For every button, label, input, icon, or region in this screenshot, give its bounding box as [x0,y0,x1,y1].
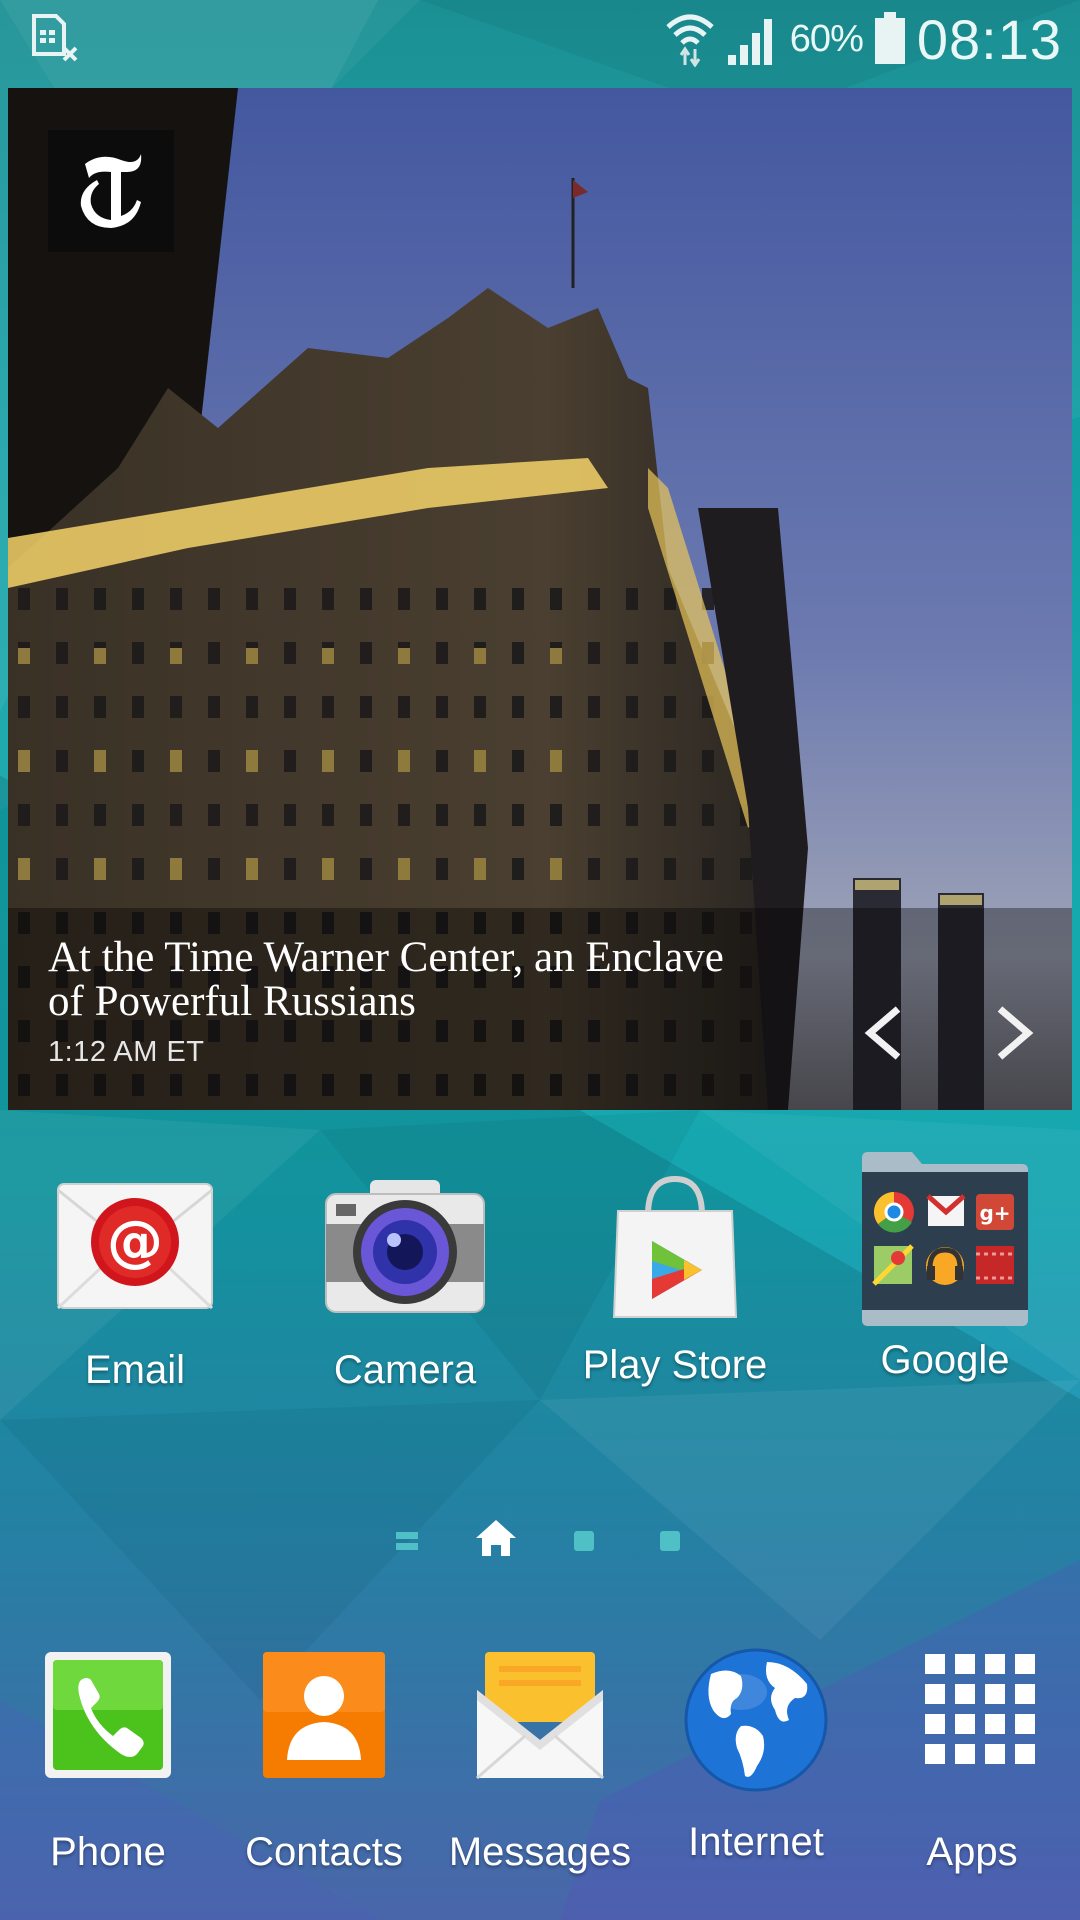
app-label: Apps [926,1830,1018,1874]
dock-contacts[interactable]: Contacts [224,1650,424,1875]
app-label: Internet [688,1820,824,1864]
google-folder-icon: g+ [860,1150,1030,1330]
previous-story-icon[interactable] [860,1005,908,1061]
home-page-indicator-icon[interactable] [476,1520,516,1556]
app-label: Phone [50,1830,166,1874]
play-store-icon [590,1175,760,1325]
nyt-t-logo-icon [80,154,142,228]
battery-icon [874,12,905,64]
page-4-indicator-icon[interactable] [660,1531,680,1551]
app-camera[interactable]: Camera [305,1180,505,1393]
svg-text:@: @ [107,1209,163,1274]
news-widget[interactable]: At the Time Warner Center, an Enclave of… [8,88,1072,1110]
app-play-store[interactable]: Play Store [575,1175,775,1388]
news-caption[interactable]: At the Time Warner Center, an Enclave of… [48,936,748,1069]
app-label: Camera [333,1348,477,1392]
signal-icon [727,19,772,65]
news-timestamp: 1:12 AM ET [48,1036,205,1068]
list-page-indicator-icon[interactable] [396,1532,418,1550]
nyt-logo[interactable] [48,130,174,252]
app-label: Contacts [245,1830,403,1874]
app-label: Email [84,1348,186,1392]
email-icon: @ [50,1180,220,1330]
dock-internet[interactable]: Internet [656,1640,856,1865]
contacts-icon [239,1650,409,1800]
news-headline[interactable]: At the Time Warner Center, an Enclave of… [48,936,748,1024]
sim-card-error-icon [32,14,78,62]
camera-icon [320,1180,490,1330]
dock-messages[interactable]: Messages [440,1650,640,1875]
internet-globe-icon [671,1640,841,1800]
wifi-icon [666,14,714,67]
apps-grid-icon [887,1650,1057,1800]
status-bar: 60% 08:13 [0,0,1080,78]
app-label: Google [880,1338,1010,1382]
app-label: Play Store [582,1343,768,1387]
page-indicator[interactable] [0,1516,1080,1566]
messages-icon [455,1650,625,1800]
phone-icon [23,1650,193,1800]
dock-apps[interactable]: Apps [872,1650,1072,1875]
app-google-folder[interactable]: g+ Google [845,1150,1045,1383]
page-3-indicator-icon[interactable] [574,1531,594,1551]
app-label: Messages [448,1830,632,1874]
svg-text:g+: g+ [979,1201,1010,1225]
app-email[interactable]: @ Email [35,1180,235,1393]
clock: 08:13 [916,7,1062,71]
battery-percent: 60% [789,17,864,60]
next-story-icon[interactable] [990,1005,1038,1061]
dock-phone[interactable]: Phone [8,1650,208,1875]
